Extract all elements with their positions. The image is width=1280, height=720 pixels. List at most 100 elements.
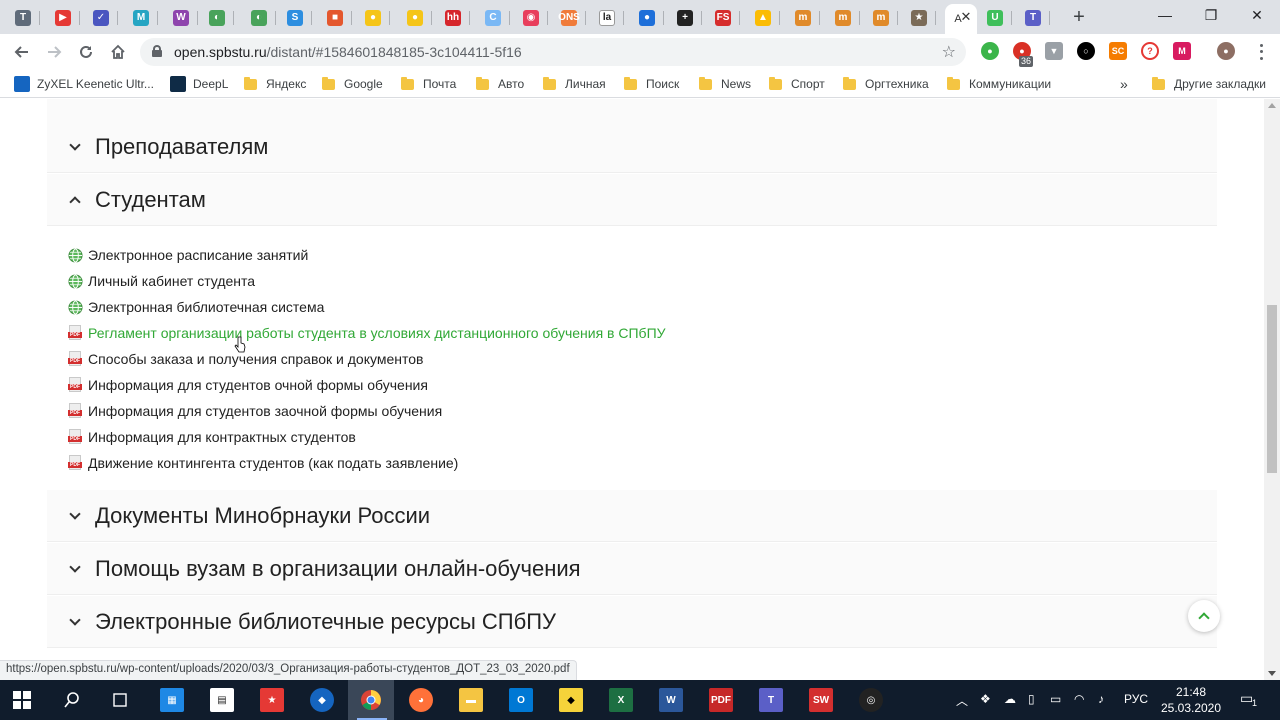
bookmark-item[interactable]: Спорт [769,75,825,93]
batman-app-icon[interactable]: ◆ [559,688,583,712]
browser-tab[interactable]: C [476,4,510,32]
accordion-header[interactable]: Студентам [47,174,1217,226]
accordion-header[interactable]: Помощь вузам в организации онлайн-обучен… [47,543,1217,595]
student-resource-link[interactable]: Информация для студентов очной формы обу… [68,375,428,395]
solidworks-app-icon[interactable]: SW [809,688,833,712]
browser-tab[interactable]: ONS [552,4,586,32]
file-explorer-icon[interactable]: ▬ [459,688,483,712]
browser-tab[interactable]: U [978,4,1012,32]
shield-extension-icon[interactable]: ▼ [1045,42,1063,60]
device-icon[interactable]: ▯ [1028,692,1035,706]
word-app-icon[interactable]: W [659,688,683,712]
bookmark-item[interactable]: Авто [476,75,524,93]
bookmark-item[interactable]: Коммуникации [947,75,1051,93]
browser-tab[interactable]: ■ [318,4,352,32]
bookmark-item[interactable]: News [699,75,751,93]
scroll-thumb[interactable] [1267,305,1277,473]
restore-button[interactable]: ❐ [1188,0,1234,30]
bookmark-star-icon[interactable]: ☆ [942,42,956,62]
bookmark-item[interactable]: Яндекс [244,75,306,93]
student-resource-link[interactable]: Личный кабинет студента [68,271,255,291]
task-view-icon[interactable] [108,688,132,712]
opera-extension-icon[interactable]: ? [1141,42,1159,60]
profile-avatar[interactable]: ● [1217,42,1235,60]
browser-tab[interactable]: M [124,4,158,32]
tray-chevron-icon[interactable]: ︿ [956,692,968,709]
close-tab-icon[interactable]: ✕ [958,9,974,25]
search-icon[interactable] [60,688,84,712]
bookmark-item[interactable]: ZyXEL Keenetic Ultr... [14,75,154,93]
browser-tab[interactable]: T [6,4,40,32]
student-resource-link[interactable]: Электронная библиотечная система [68,297,324,317]
firefox-app-icon[interactable]: ◕ [409,688,433,712]
new-tab-button[interactable]: + [1068,6,1090,28]
browser-tab[interactable]: ◉ [514,4,548,32]
chrome-menu-icon[interactable] [1252,42,1270,62]
language-indicator[interactable]: РУС [1124,692,1148,706]
back-to-top-button[interactable] [1188,600,1220,632]
browser-tab[interactable]: ✓ [84,4,118,32]
browser-tab[interactable]: S [278,4,312,32]
bookmark-item[interactable]: Оргтехника [843,75,929,93]
browser-tab[interactable]: ★ [902,4,936,32]
browser-tab[interactable]: ● [398,4,432,32]
student-resource-link[interactable]: Информация для студентов заочной формы о… [68,401,442,421]
student-resource-link[interactable]: Информация для контрактных студентов [68,427,356,447]
bookmark-item[interactable]: Google [322,75,383,93]
student-resource-link[interactable]: Электронное расписание занятий [68,245,308,265]
student-resource-link[interactable]: Движение контингента студентов (как пода… [68,453,458,473]
other-bookmarks-folder[interactable]: Другие закладки [1152,75,1266,93]
outlook-app-icon[interactable]: O [509,688,533,712]
browser-tab[interactable]: + [668,4,702,32]
dropbox-icon[interactable]: ❖ [980,692,991,706]
browser-tab[interactable]: FS [706,4,740,32]
forward-button[interactable] [42,40,66,64]
excel-app-icon[interactable]: X [609,688,633,712]
browser-tab[interactable]: ▶ [46,4,80,32]
browser-tab[interactable]: ▲ [746,4,780,32]
minimize-button[interactable]: — [1142,0,1188,30]
scroll-down-arrow[interactable] [1268,671,1276,676]
pdf-app-icon[interactable]: PDF [709,688,733,712]
browser-tab[interactable]: m [864,4,898,32]
pinterest-extension-icon[interactable]: M [1173,42,1191,60]
accordion-header[interactable]: Электронные библиотечные ресурсы СПбПУ [47,596,1217,648]
sc-extension-icon[interactable]: SC [1109,42,1127,60]
back-button[interactable] [10,40,34,64]
bookmark-item[interactable]: Личная [543,75,606,93]
browser-tab[interactable]: m [826,4,860,32]
reload-button[interactable] [74,40,98,64]
browser-tab[interactable]: ● [630,4,664,32]
address-bar[interactable]: open.spbstu.ru/distant/#1584601848185-3c… [140,38,966,66]
browser-tab[interactable]: ● [356,4,390,32]
page-scrollbar[interactable] [1264,99,1280,680]
cloud-icon[interactable]: ☁ [1004,692,1016,706]
accordion-header[interactable]: Документы Минобрнауки России [47,490,1217,542]
battery-icon[interactable]: ▭ [1050,692,1061,706]
bookmarks-overflow-button[interactable]: » [1120,75,1128,93]
home-button[interactable] [106,40,130,64]
calculator-app-icon[interactable]: ▤ [210,688,234,712]
windows-start-icon[interactable] [10,688,34,712]
bookmark-item[interactable]: Почта [401,75,456,93]
security-app-icon[interactable]: ◆ [310,688,334,712]
scroll-up-arrow[interactable] [1268,103,1276,108]
accordion-header[interactable]: Преподавателям [47,121,1217,173]
browser-tab[interactable]: W [164,4,198,32]
browser-tab[interactable]: ◐ [242,4,276,32]
browser-tab[interactable]: ◐ [200,4,234,32]
obs-app-icon[interactable]: ◎ [859,688,883,712]
student-resource-link[interactable]: Регламент организации работы студента в … [68,323,666,343]
circle-extension-icon[interactable]: ○ [1077,42,1095,60]
browser-tab[interactable]: T [1016,4,1050,32]
bookmark-item[interactable]: Поиск [624,75,679,93]
browser-tab[interactable]: hh [436,4,470,32]
clock[interactable]: 21:48 25.03.2020 [1156,684,1226,716]
close-window-button[interactable]: ✕ [1234,0,1280,30]
browser-tab[interactable]: la [590,4,624,32]
teams-app-icon[interactable]: T [759,688,783,712]
chrome-app-icon[interactable] [359,688,383,712]
bookmark-item[interactable]: DeepL [170,75,228,93]
evernote-extension-icon[interactable]: ● [981,42,999,60]
wifi-icon[interactable]: ◠ [1074,692,1084,706]
